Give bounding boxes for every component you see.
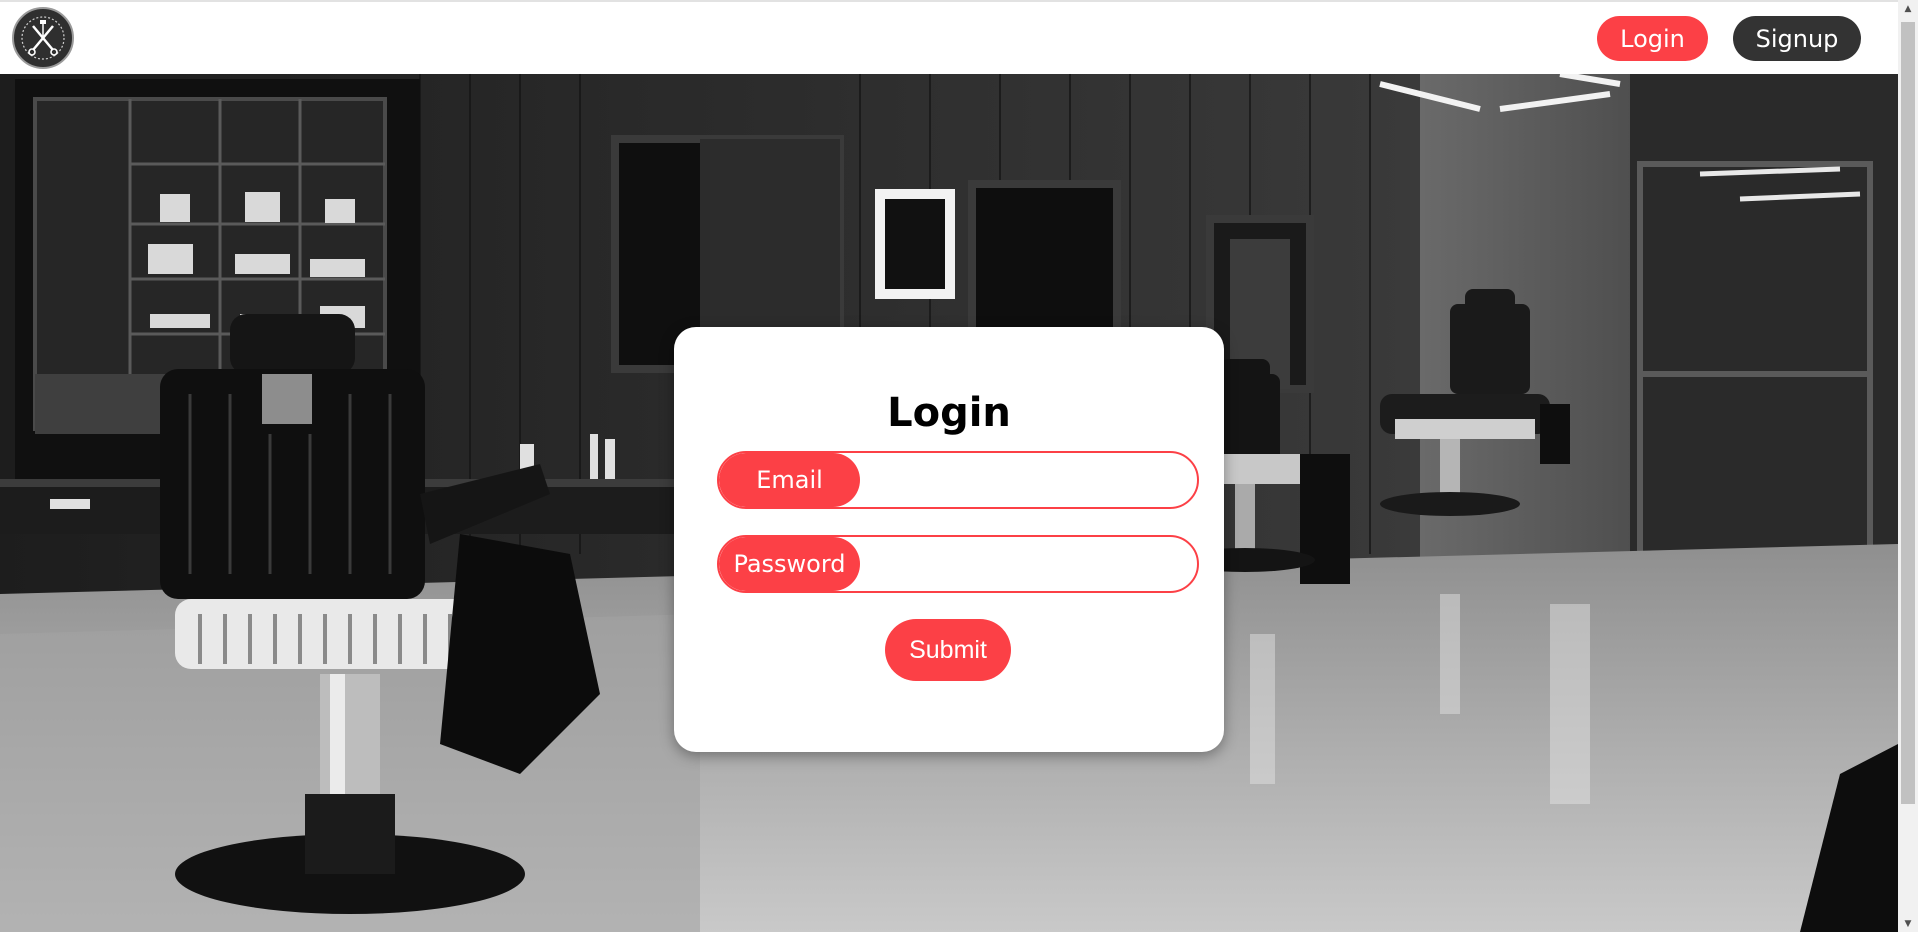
scroll-thumb[interactable] <box>1901 22 1915 804</box>
barber-logo-icon[interactable] <box>12 7 74 69</box>
password-field[interactable]: Password <box>717 535 1199 593</box>
nav-signup-button[interactable]: Signup <box>1733 16 1861 61</box>
scroll-up-arrow-icon[interactable]: ▲ <box>1898 0 1918 17</box>
scroll-down-arrow-icon[interactable]: ▼ <box>1898 915 1918 932</box>
nav-login-button[interactable]: Login <box>1597 16 1708 61</box>
submit-button[interactable]: Submit <box>885 619 1011 681</box>
email-input[interactable] <box>860 453 1197 507</box>
email-field[interactable]: Email <box>717 451 1199 509</box>
email-label: Email <box>719 453 860 507</box>
page-scrollbar[interactable]: ▲ ▼ <box>1898 0 1918 932</box>
password-label: Password <box>719 537 860 591</box>
login-title: Login <box>887 390 1011 436</box>
password-input[interactable] <box>860 537 1197 591</box>
top-navbar: Login Signup <box>0 0 1898 74</box>
login-card: Login Email Password Submit <box>674 327 1224 752</box>
